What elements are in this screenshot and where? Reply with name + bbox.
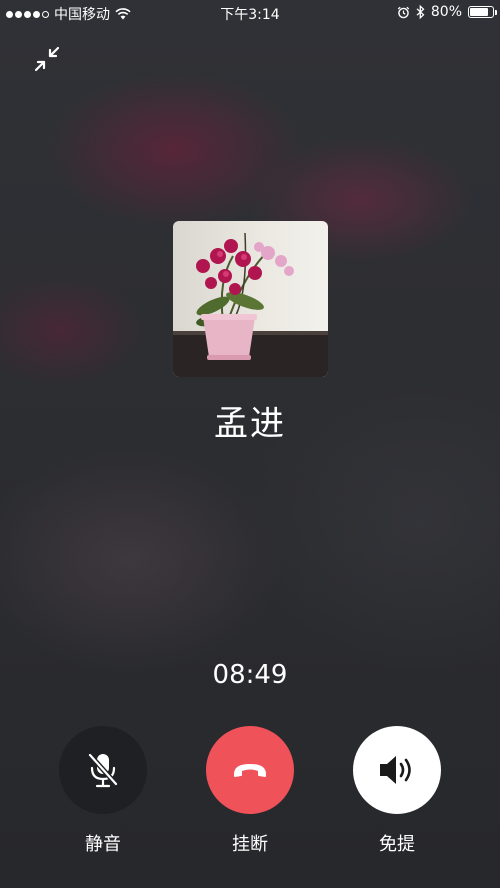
status-bar: 中国移动 下午3:14 80% (0, 0, 500, 26)
minimize-arrows-icon (34, 46, 60, 72)
hangup-control: 挂断 (195, 726, 305, 856)
battery-percent: 80% (430, 4, 462, 20)
hangup-label: 挂断 (232, 834, 268, 855)
mute-control: 静音 (48, 726, 158, 856)
bluetooth-icon (416, 5, 425, 19)
alarm-icon (397, 6, 410, 18)
avatar-photo (173, 221, 328, 377)
minimize-button[interactable] (30, 42, 66, 78)
speaker-button[interactable] (353, 726, 441, 814)
mute-button[interactable] (59, 726, 147, 814)
speaker-control: 免提 (342, 726, 452, 856)
speaker-label: 免提 (379, 834, 415, 855)
phone-hangup-icon (234, 764, 266, 777)
battery-icon (468, 6, 497, 18)
microphone-off-icon (87, 752, 119, 788)
caller-avatar (173, 221, 328, 377)
call-duration: 08:49 (212, 660, 288, 690)
hangup-button[interactable] (206, 726, 294, 814)
caller-name: 孟进 (214, 404, 286, 444)
status-right: 80% (397, 4, 497, 20)
speaker-icon (380, 756, 411, 784)
call-screen: 中国移动 下午3:14 80% 孟进 08:49 静音 挂断 免提 (0, 0, 500, 888)
mute-label: 静音 (85, 834, 121, 855)
battery-level (470, 8, 488, 16)
